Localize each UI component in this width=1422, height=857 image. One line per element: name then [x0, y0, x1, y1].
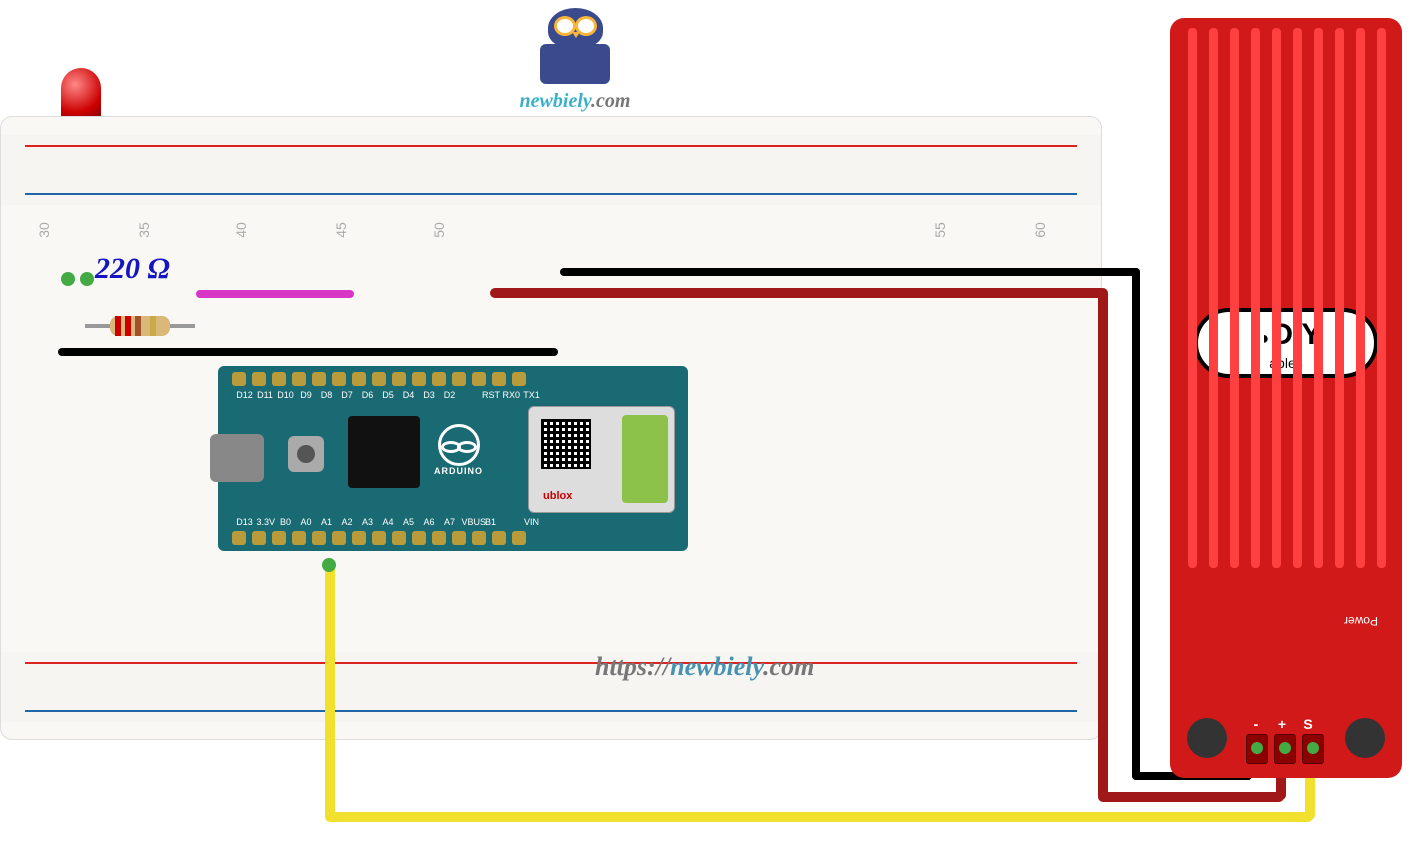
sensor-power-label: Power	[1344, 614, 1378, 628]
arduino-label: ARDUINO	[434, 466, 483, 476]
pad-minus	[1246, 734, 1268, 764]
resistor-220ohm	[95, 316, 185, 336]
pin-row-bottom	[232, 531, 526, 545]
arduino-nano-esp32: D12D11D10D9D8D7D6D5D4D3D2RSTRX0TX1 ARDUI…	[218, 366, 688, 551]
watermark-url: https://newbiely.com	[595, 652, 814, 682]
qr-code-icon	[541, 419, 591, 469]
pad-plus	[1274, 734, 1296, 764]
wire-yellow-sig-v	[325, 564, 335, 820]
wire-black-gnd-v	[1132, 268, 1140, 780]
wire-red-vcc-v	[1098, 288, 1108, 800]
pin-labels-bottom: D133.3VB0A0A1A2A3A4A5A6A7VBUSB1VIN	[236, 517, 540, 527]
wire-black-short	[58, 348, 558, 356]
reset-button[interactable]	[288, 436, 324, 472]
usb-c-port	[210, 434, 264, 482]
resistor-label: 220 Ω	[95, 252, 170, 286]
wire-yellow-sig-h	[325, 812, 1313, 822]
wire-magenta	[196, 290, 354, 298]
sensor-pad-labels: -+S	[1246, 716, 1318, 732]
tie-point	[61, 272, 75, 286]
mount-hole	[1187, 718, 1227, 758]
wifi-module: ublox	[528, 406, 675, 513]
wire-black-gnd	[560, 268, 1140, 276]
pin-row-top	[232, 372, 526, 386]
tie-point	[80, 272, 94, 286]
pad-signal	[1302, 734, 1324, 764]
arduino-logo-icon	[438, 424, 480, 466]
power-rail-bottom	[1, 652, 1101, 722]
pin-labels-top: D12D11D10D9D8D7D6D5D4D3D2RSTRX0TX1	[236, 390, 540, 400]
mcu-chip	[348, 416, 420, 488]
wiring-diagram: newbiely.com 30 35 40 45 50 55 60 220 Ω …	[0, 0, 1422, 857]
power-rail-top	[1, 135, 1101, 205]
wire-red-vcc-h2	[1098, 792, 1284, 802]
wire-red-vcc	[490, 288, 1106, 298]
sensor-pads	[1246, 734, 1324, 764]
mount-hole	[1345, 718, 1385, 758]
site-logo: newbiely.com	[490, 8, 660, 113]
tie-point	[322, 558, 336, 572]
diy-ables-logo: ▮◗DIYables	[1194, 308, 1378, 378]
water-level-sensor: ▮◗DIYables Power -+S	[1170, 18, 1402, 778]
